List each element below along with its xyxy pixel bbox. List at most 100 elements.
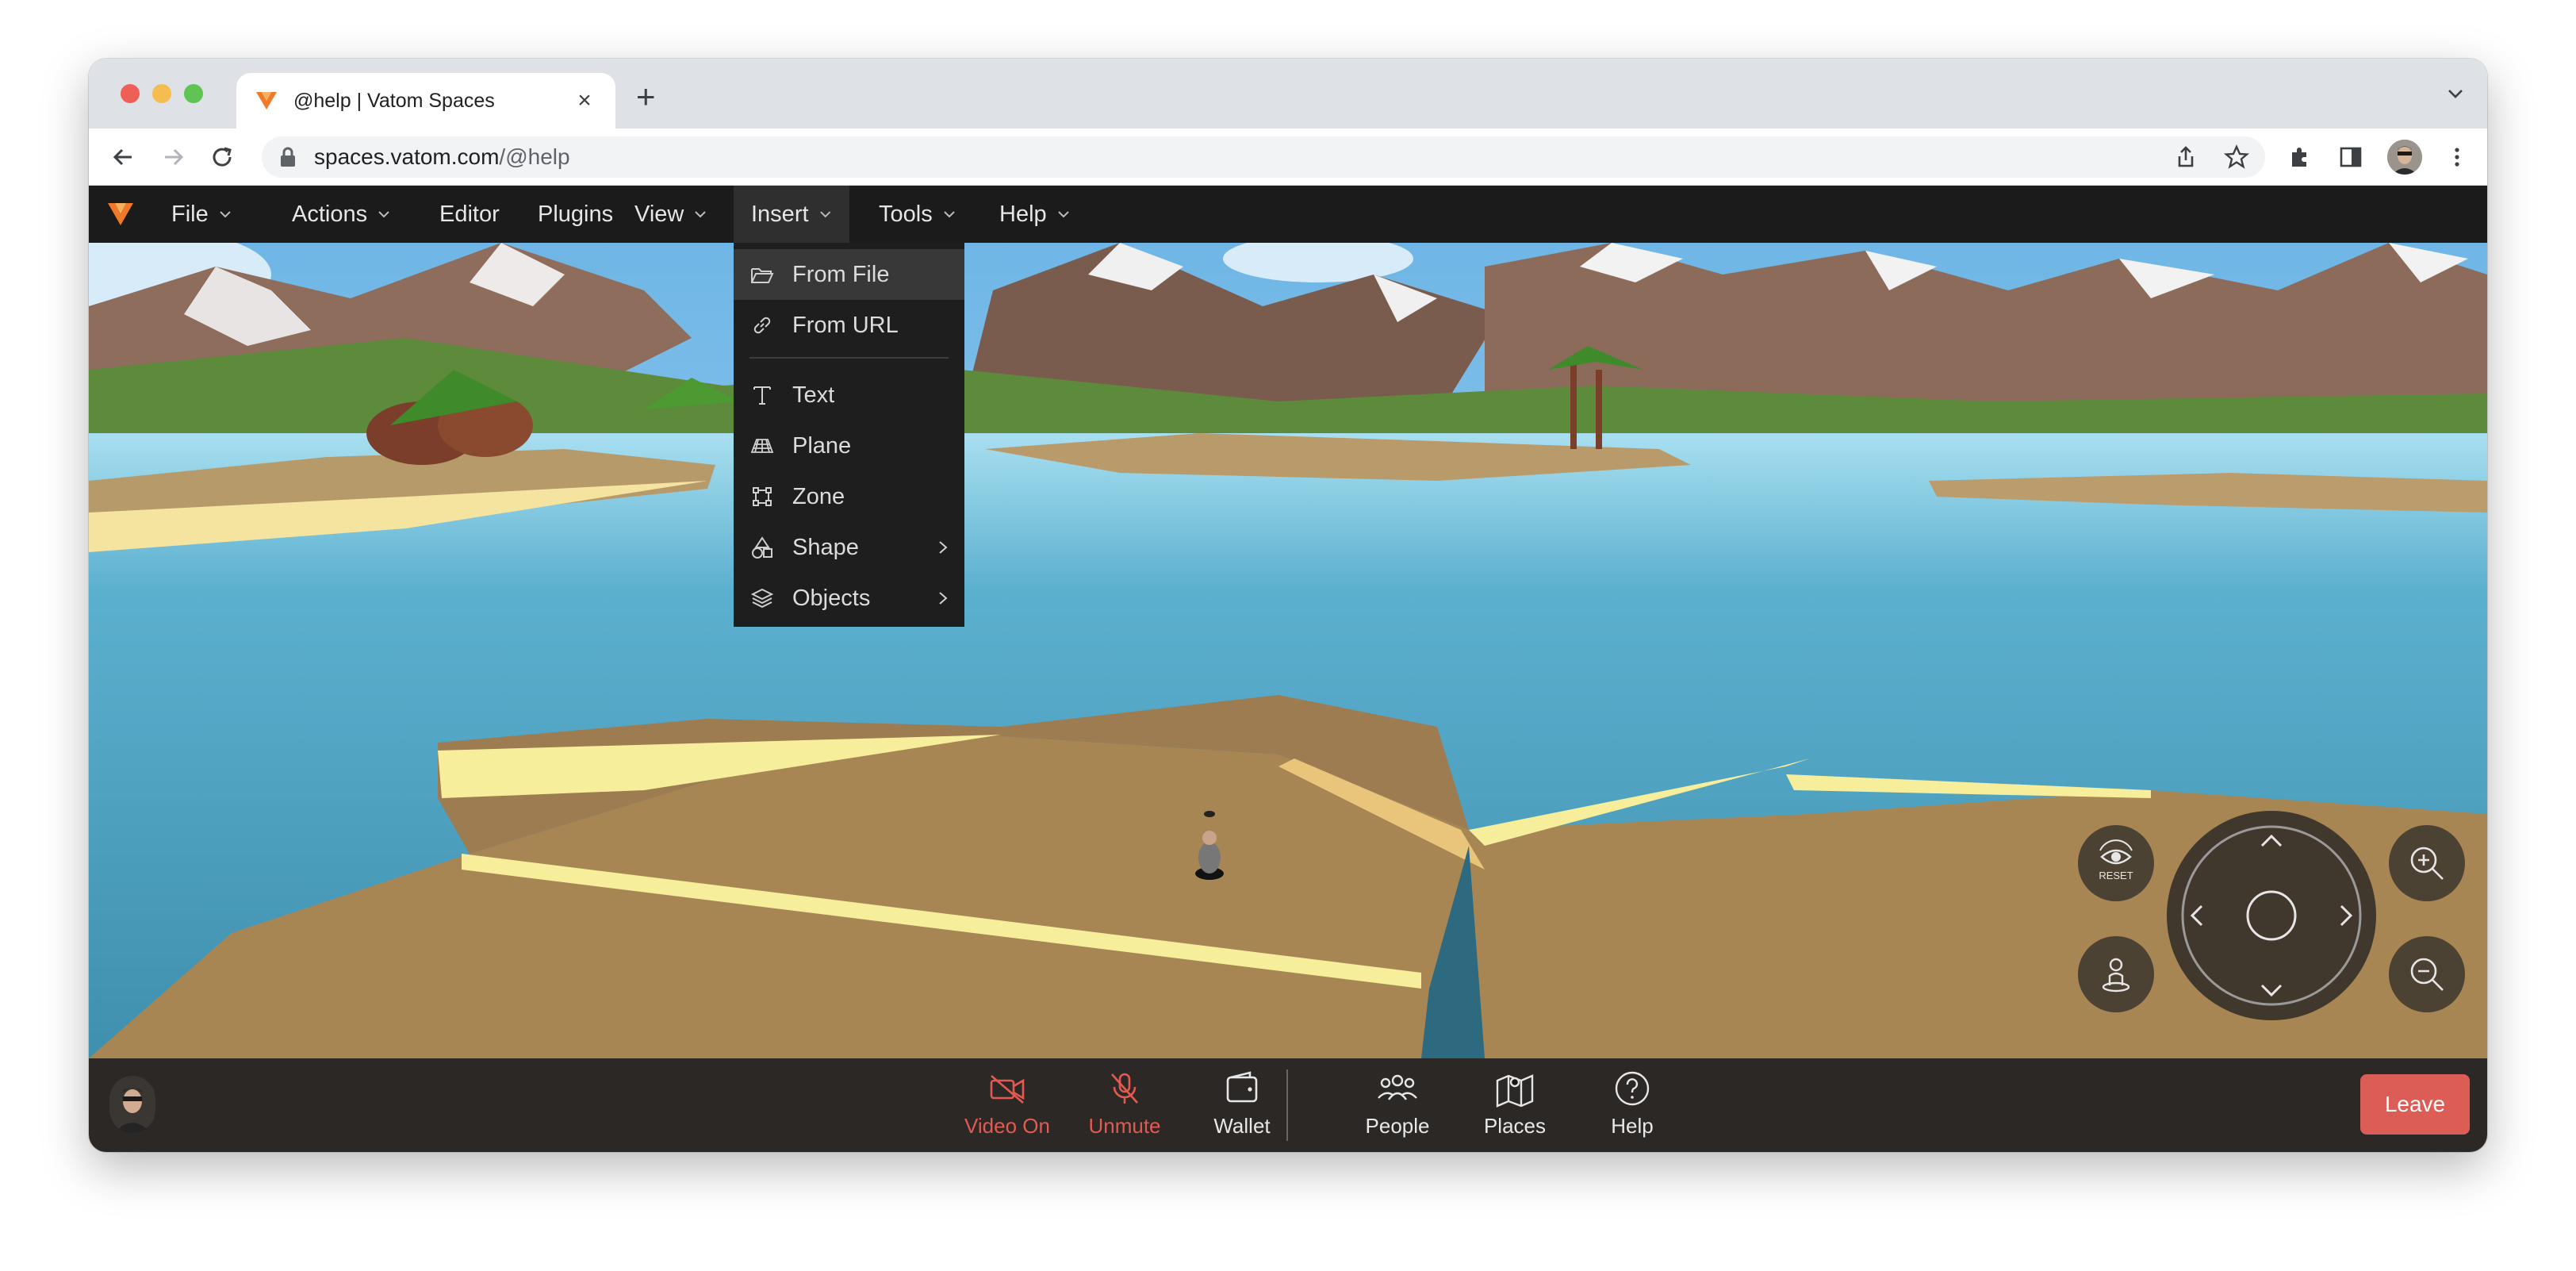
url-host: spaces.vatom.com xyxy=(314,144,500,169)
menu-view[interactable]: View xyxy=(617,186,725,243)
chevron-down-icon xyxy=(378,211,389,218)
menu-help[interactable]: Help xyxy=(982,186,1088,243)
url-path: /@help xyxy=(499,144,570,169)
menu-tools[interactable]: Tools xyxy=(861,186,974,243)
bottom-action-bar: Video On Unmute Wallet People Places Hel… xyxy=(89,1058,2487,1152)
mic-off-icon xyxy=(1111,1073,1138,1104)
insert-from-file-label: From File xyxy=(792,261,890,287)
chevron-right-icon xyxy=(939,592,948,605)
map-icon xyxy=(1496,1074,1534,1108)
close-tab-icon[interactable]: × xyxy=(573,87,596,114)
people-icon xyxy=(1378,1074,1417,1100)
insert-objects-label: Objects xyxy=(792,585,871,611)
people-button[interactable]: People xyxy=(1342,1069,1453,1141)
new-tab-button[interactable]: + xyxy=(636,80,656,113)
video-off-icon xyxy=(990,1075,1025,1104)
zoom-out-icon xyxy=(2410,958,2444,991)
chevron-down-icon xyxy=(819,211,830,218)
insert-from-url-label: From URL xyxy=(792,312,899,338)
close-window-button[interactable] xyxy=(121,84,140,103)
chevron-right-icon xyxy=(939,541,948,554)
reload-icon[interactable] xyxy=(206,141,238,173)
menu-plugins-label: Plugins xyxy=(538,201,614,227)
profile-avatar[interactable] xyxy=(2387,140,2422,175)
places-button[interactable]: Places xyxy=(1459,1069,1570,1141)
leave-button[interactable]: Leave xyxy=(2360,1074,2470,1135)
avatar-view-button[interactable] xyxy=(2078,936,2154,1012)
plane-grid-icon xyxy=(750,439,774,453)
menu-help-label: Help xyxy=(999,201,1047,227)
menu-view-label: View xyxy=(634,201,684,227)
menu-actions-label: Actions xyxy=(292,201,368,227)
zoom-out-button[interactable] xyxy=(2389,936,2465,1012)
minimize-window-button[interactable] xyxy=(152,84,171,103)
insert-from-url-item[interactable]: From URL xyxy=(734,300,964,351)
link-icon xyxy=(753,317,771,334)
help-label: Help xyxy=(1611,1114,1654,1138)
insert-plane-label: Plane xyxy=(792,432,852,459)
browser-tab[interactable]: @help | Vatom Spaces × xyxy=(236,73,615,129)
menu-insert[interactable]: Insert xyxy=(734,186,849,243)
menu-insert-label: Insert xyxy=(751,201,809,227)
insert-shape-label: Shape xyxy=(792,534,859,560)
chevron-down-icon xyxy=(943,211,955,218)
insert-from-file-item[interactable]: From File xyxy=(734,249,964,300)
joystick-arrows-icon xyxy=(2181,825,2362,1006)
address-bar[interactable]: spaces.vatom.com/@help xyxy=(262,136,2265,178)
insert-plane-item[interactable]: Plane xyxy=(734,420,964,471)
text-icon xyxy=(753,386,771,405)
mic-toggle-button[interactable]: Unmute xyxy=(1069,1069,1180,1141)
browser-menu-icon[interactable] xyxy=(2443,143,2471,171)
person-standing-icon xyxy=(2102,958,2130,993)
bookmark-star-icon[interactable] xyxy=(2222,143,2251,171)
insert-objects-item[interactable]: Objects xyxy=(734,573,964,624)
wallet-button[interactable]: Wallet xyxy=(1186,1069,1298,1141)
insert-text-item[interactable]: Text xyxy=(734,370,964,420)
layers-icon xyxy=(750,588,774,609)
menu-plugins[interactable]: Plugins xyxy=(520,186,631,243)
insert-dropdown-menu: From File From URL Text Plane Zone Shape… xyxy=(734,243,964,627)
chevron-down-icon xyxy=(695,211,707,218)
profile-photo-icon xyxy=(2387,140,2422,175)
eye-reset-icon: RESET xyxy=(2099,839,2133,881)
menu-actions[interactable]: Actions xyxy=(274,186,408,243)
folder-open-icon xyxy=(751,268,774,283)
insert-shape-item[interactable]: Shape xyxy=(734,522,964,573)
video-toggle-label: Video On xyxy=(964,1114,1050,1138)
share-icon[interactable] xyxy=(2172,143,2200,171)
menu-editor[interactable]: Editor xyxy=(422,186,517,243)
lock-icon xyxy=(281,147,295,167)
bottom-bar-divider xyxy=(1286,1069,1288,1141)
menu-file[interactable]: File xyxy=(154,186,250,243)
side-panel-icon[interactable] xyxy=(2336,143,2365,171)
insert-zone-item[interactable]: Zone xyxy=(734,471,964,522)
menu-tools-label: Tools xyxy=(879,201,933,227)
self-avatar[interactable] xyxy=(109,1076,155,1133)
wallet-icon xyxy=(1226,1071,1258,1103)
reset-view-button[interactable]: RESET xyxy=(2078,825,2154,901)
insert-text-label: Text xyxy=(792,382,835,408)
insert-zone-label: Zone xyxy=(792,483,845,509)
mic-toggle-label: Unmute xyxy=(1088,1114,1161,1138)
wallet-label: Wallet xyxy=(1213,1114,1271,1138)
maximize-window-button[interactable] xyxy=(184,84,203,103)
browser-toolbar: spaces.vatom.com/@help xyxy=(89,129,2487,186)
zoom-in-icon xyxy=(2410,847,2444,880)
zoom-in-button[interactable] xyxy=(2389,825,2465,901)
forward-icon[interactable] xyxy=(157,141,189,173)
help-circle-icon xyxy=(1615,1071,1650,1106)
help-button[interactable]: Help xyxy=(1577,1069,1688,1141)
self-avatar-icon xyxy=(109,1076,155,1133)
tab-title: @help | Vatom Spaces xyxy=(293,89,495,112)
extensions-icon[interactable] xyxy=(2286,143,2314,171)
app-menubar: File Actions Editor Plugins View Insert … xyxy=(89,186,2487,243)
video-toggle-button[interactable]: Video On xyxy=(952,1069,1063,1141)
vatom-app-logo-icon[interactable] xyxy=(106,200,135,228)
places-label: Places xyxy=(1483,1114,1547,1138)
movement-joystick[interactable] xyxy=(2167,811,2376,1020)
back-icon[interactable] xyxy=(108,141,140,173)
vatom-logo-icon xyxy=(256,92,277,109)
chevron-down-icon xyxy=(220,211,231,218)
tab-search-chevron-icon[interactable] xyxy=(2444,83,2467,105)
menu-separator xyxy=(749,357,949,359)
